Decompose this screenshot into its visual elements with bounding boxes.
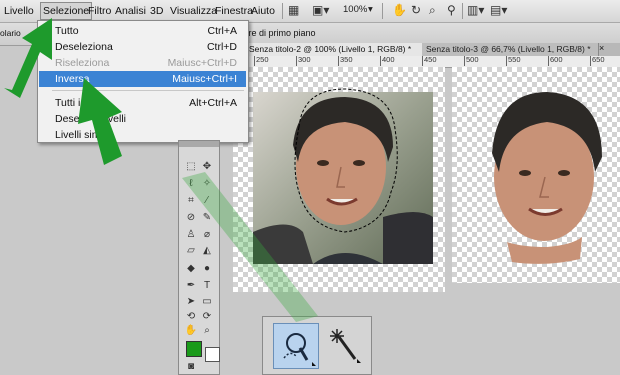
- close-icon[interactable]: ×: [599, 43, 604, 53]
- history-brush-icon[interactable]: ⌀: [200, 229, 214, 241]
- ruler-tick: 300: [296, 56, 311, 66]
- menu-item-label: Tutto: [55, 25, 79, 37]
- shape-tool-icon[interactable]: ▭: [200, 296, 214, 308]
- grid-icon[interactable]: ▦: [288, 3, 299, 18]
- quick-mask-icon[interactable]: ◙: [184, 361, 198, 373]
- tab-label: Senza titolo-2 @ 100% (Livello 1, RGB/8)…: [249, 44, 412, 54]
- 3d-rotate-icon[interactable]: ⟲: [184, 311, 198, 323]
- menu-item-deseleziona[interactable]: Deseleziona Ctrl+D: [39, 39, 246, 55]
- lasso-tool-icon[interactable]: ℓ: [184, 178, 198, 190]
- menu-item-tutto[interactable]: Tutto Ctrl+A: [39, 23, 246, 39]
- screen-mode-icon-2[interactable]: ▤▾: [490, 3, 507, 18]
- eraser-tool-icon[interactable]: ▱: [184, 245, 198, 257]
- pen-tool-icon[interactable]: ✒: [184, 280, 198, 292]
- zoom-tool-icon-2[interactable]: ⌕: [200, 325, 214, 337]
- menu-selezione[interactable]: Selezione: [40, 2, 93, 20]
- hand-tool-icon[interactable]: ✋: [184, 325, 198, 337]
- screen-mode-icon[interactable]: ▣▾: [312, 3, 329, 18]
- clone-stamp-icon[interactable]: ♙: [184, 229, 198, 241]
- zoom-dropdown-icon[interactable]: ▾: [368, 4, 373, 15]
- magic-wand-icon-large: [330, 329, 361, 363]
- menu-aiuto[interactable]: Aiuto: [251, 4, 275, 18]
- healing-brush-icon[interactable]: ⊘: [184, 212, 198, 224]
- menu-item-label: Riseleziona: [55, 57, 110, 69]
- menu-item-shortcut: Maiusc+Ctrl+D: [167, 57, 237, 69]
- document-tabs: Senza titolo-2 @ 100% (Livello 1, RGB/8)…: [245, 43, 620, 56]
- menu-item-inversa[interactable]: Inversa Maiusc+Ctrl+I: [39, 71, 246, 87]
- ruler-tick: 450: [422, 56, 437, 66]
- arrange-documents-icon[interactable]: ▥▾: [467, 3, 484, 18]
- menu-item-label: Deseleziona: [55, 41, 113, 53]
- brush-tool-icon[interactable]: ✎: [200, 212, 214, 224]
- toolbar-separator: [382, 3, 383, 19]
- ruler-tick: 500: [464, 56, 479, 66]
- menu-filtro[interactable]: Filtro: [88, 4, 111, 18]
- eyedropper-icon[interactable]: ⁄: [200, 195, 214, 207]
- ruler-tick: 250: [254, 56, 269, 66]
- menu-item-label: Tutti i: [55, 97, 81, 109]
- magic-wand-icon[interactable]: ✧: [200, 178, 214, 190]
- menu-livello[interactable]: Livello: [4, 4, 34, 18]
- menu-item-shortcut: Alt+Ctrl+A: [189, 97, 237, 109]
- foreground-color-swatch[interactable]: [186, 341, 202, 357]
- dodge-tool-icon[interactable]: ●: [200, 263, 214, 275]
- menu-item-shortcut: velli: [107, 113, 126, 125]
- zoom-tool-icon[interactable]: ⌕: [429, 3, 436, 18]
- portrait-photo: [253, 88, 433, 264]
- options-text-left: olario: [0, 28, 21, 38]
- menu-item-label: Dese: [55, 113, 80, 125]
- menu-item-shortcut: Ctrl+A: [207, 25, 237, 37]
- menu-item-deseleziona-livelli[interactable]: Dese velli: [39, 111, 246, 127]
- menu-finestra[interactable]: Finestra: [215, 4, 253, 18]
- menu-visualizza[interactable]: Visualizza: [170, 4, 217, 18]
- ruler-tick: 550: [506, 56, 521, 66]
- tab-document-2[interactable]: Senza titolo-2 @ 100% (Livello 1, RGB/8)…: [245, 43, 424, 56]
- marquee-tool-icon[interactable]: ⬚: [184, 161, 198, 173]
- menu-item-shortcut: Maiusc+Ctrl+I: [172, 73, 237, 85]
- ruler-tick: 650: [590, 56, 605, 66]
- zoomed-tools-detail: [262, 316, 372, 375]
- menu-3d[interactable]: 3D: [150, 4, 163, 18]
- quick-selection-tool-button[interactable]: [273, 323, 319, 369]
- magic-wand-tool-button[interactable]: [325, 325, 365, 365]
- canvas-document-3[interactable]: [452, 67, 620, 283]
- cutout-portrait: [492, 92, 602, 264]
- background-color-swatch[interactable]: [205, 347, 220, 362]
- menu-item-label: Livelli sim: [55, 129, 101, 141]
- menu-item-label: Inversa: [55, 73, 90, 85]
- type-tool-icon[interactable]: T: [200, 280, 214, 292]
- hand-icon[interactable]: ✋: [392, 3, 407, 18]
- path-selection-icon[interactable]: ➤: [184, 296, 198, 308]
- quick-selection-icon: [283, 333, 316, 366]
- tools-panel: ⬚ ✥ ℓ ✧ ⌗ ⁄ ⊘ ✎ ♙ ⌀ ▱ ◭ ◆ ● ✒ T ➤ ▭ ⟲ ⟳ …: [178, 140, 220, 375]
- toolbar-separator: [462, 3, 463, 19]
- move-tool-icon[interactable]: ✥: [200, 161, 214, 173]
- ruler-tick: 350: [338, 56, 353, 66]
- blur-tool-icon[interactable]: ◆: [184, 263, 198, 275]
- ruler-tick: 600: [548, 56, 563, 66]
- menu-item-shortcut: Ctrl+D: [206, 41, 237, 53]
- menu-item-riseleziona[interactable]: Riseleziona Maiusc+Ctrl+D: [39, 55, 246, 71]
- selection-menu: Tutto Ctrl+A Deseleziona Ctrl+D Riselezi…: [37, 20, 249, 143]
- 3d-orbit-icon[interactable]: ⟳: [200, 311, 214, 323]
- ruler-tick: 400: [380, 56, 395, 66]
- menu-separator: [52, 90, 244, 91]
- tab-document-3[interactable]: Senza titolo-3 @ 66,7% (Livello 1, RGB/8…: [422, 43, 599, 56]
- paint-bucket-icon[interactable]: ◭: [200, 245, 214, 257]
- crop-tool-icon[interactable]: ⌗: [184, 195, 198, 207]
- panel-header[interactable]: [179, 141, 219, 147]
- zoom-level[interactable]: 100%: [343, 4, 367, 15]
- toolbar-separator: [282, 3, 283, 19]
- menu-analisi[interactable]: Analisi: [115, 4, 146, 18]
- rotate-view-icon[interactable]: ↻: [411, 3, 421, 18]
- pen-icon[interactable]: ⚲: [447, 3, 456, 18]
- menu-item-tutti-i-livelli[interactable]: Tutti i Alt+Ctrl+A: [39, 95, 246, 111]
- tab-label: Senza titolo-3 @ 66,7% (Livello 1, RGB/8…: [426, 44, 591, 54]
- canvas-document-2[interactable]: [233, 67, 445, 292]
